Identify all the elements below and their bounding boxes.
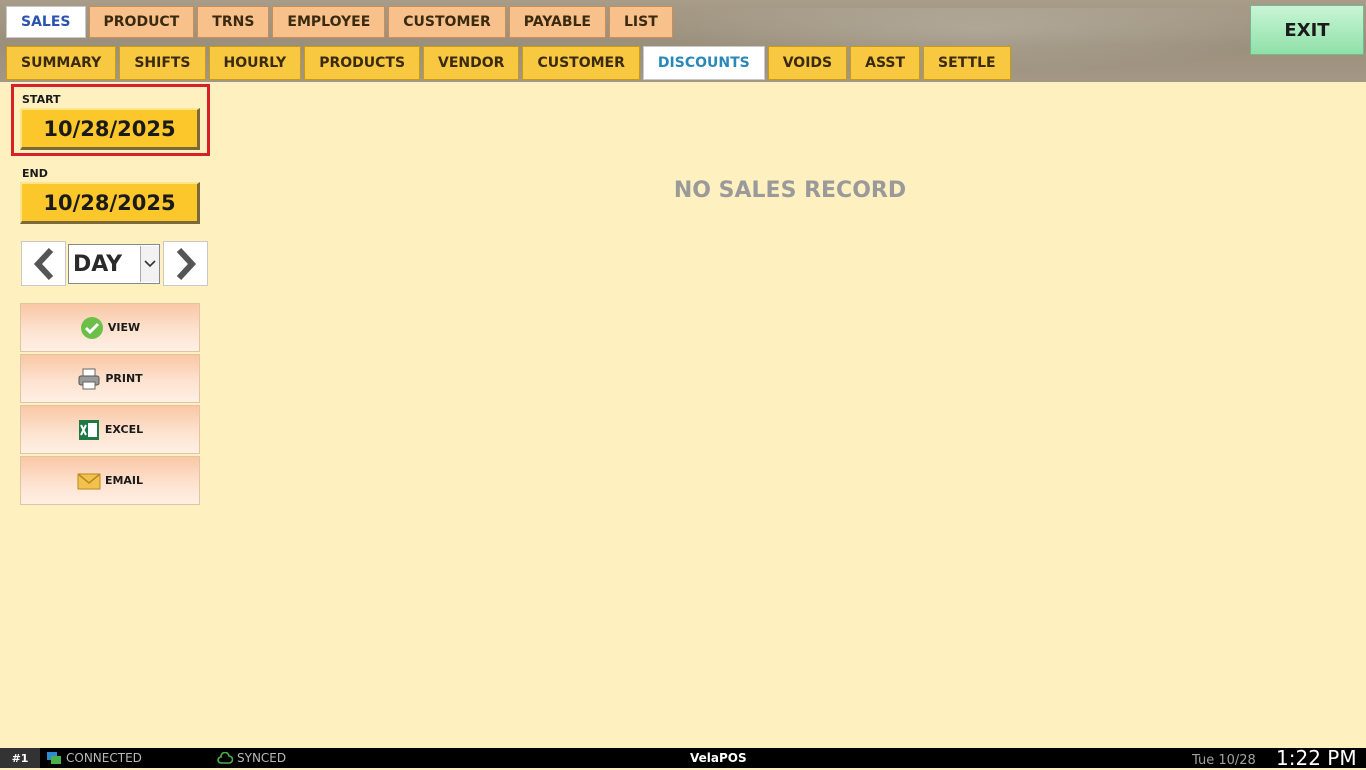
subtab-vendor[interactable]: VENDOR <box>423 46 520 80</box>
start-label: START <box>22 93 61 106</box>
view-button[interactable]: VIEW <box>20 303 200 352</box>
no-sales-record-message: NO SALES RECORD <box>673 178 907 203</box>
chevron-right-icon <box>176 247 196 280</box>
status-date: Tue 10/28 <box>1192 753 1256 768</box>
envelope-icon <box>77 469 101 493</box>
sync-status: SYNCED <box>217 748 286 768</box>
end-label: END <box>22 167 48 180</box>
subtab-asst[interactable]: ASST <box>850 46 921 80</box>
print-button[interactable]: PRINT <box>20 354 200 403</box>
brand-name: VelaPOS <box>690 751 747 765</box>
connection-text: CONNECTED <box>66 751 142 765</box>
sync-text: SYNCED <box>237 751 287 765</box>
tab-employee[interactable]: EMPLOYEE <box>272 6 386 38</box>
excel-button[interactable]: EXCEL <box>20 405 200 454</box>
status-bar: #1 CONNECTED SYNCED VelaPOS Tue 10/28 1:… <box>0 746 1366 770</box>
subtab-hourly[interactable]: HOURLY <box>208 46 302 80</box>
chevron-left-icon <box>33 247 53 280</box>
connection-status: CONNECTED <box>46 748 142 768</box>
network-icon <box>47 752 61 764</box>
print-label: PRINT <box>105 372 143 385</box>
exit-button[interactable]: EXIT <box>1250 5 1364 55</box>
excel-icon <box>77 418 101 442</box>
subtab-summary[interactable]: SUMMARY <box>6 46 117 80</box>
subtab-voids[interactable]: VOIDS <box>767 46 848 80</box>
status-time: 1:22 PM <box>1276 746 1357 770</box>
excel-label: EXCEL <box>104 423 144 436</box>
main-tab-bar: SALES PRODUCT TRNS EMPLOYEE CUSTOMER PAY… <box>6 6 676 38</box>
start-date-button[interactable]: 10/28/2025 <box>20 108 200 150</box>
checkmark-icon <box>80 316 104 340</box>
tab-sales[interactable]: SALES <box>6 6 86 38</box>
tab-list[interactable]: LIST <box>608 6 673 38</box>
chevron-down-icon <box>140 246 159 282</box>
terminal-number: #1 <box>0 748 40 768</box>
next-period-button[interactable] <box>163 241 208 286</box>
period-value: DAY <box>73 251 123 277</box>
printer-icon <box>77 367 101 391</box>
email-button[interactable]: EMAIL <box>20 456 200 505</box>
period-select[interactable]: DAY <box>68 244 160 284</box>
sub-tab-bar: SUMMARY SHIFTS HOURLY PRODUCTS VENDOR CU… <box>6 46 1014 80</box>
subtab-discounts[interactable]: DISCOUNTS <box>642 46 765 80</box>
tab-payable[interactable]: PAYABLE <box>508 6 606 38</box>
email-label: EMAIL <box>104 474 144 487</box>
view-label: VIEW <box>107 321 141 334</box>
previous-period-button[interactable] <box>21 241 66 286</box>
tab-customer[interactable]: CUSTOMER <box>388 6 506 38</box>
tab-trns[interactable]: TRNS <box>197 6 270 38</box>
subtab-shifts[interactable]: SHIFTS <box>119 46 206 80</box>
subtab-settle[interactable]: SETTLE <box>923 46 1011 80</box>
tab-product[interactable]: PRODUCT <box>88 6 195 38</box>
end-date-button[interactable]: 10/28/2025 <box>20 182 200 224</box>
subtab-products[interactable]: PRODUCTS <box>304 46 421 80</box>
cloud-icon <box>217 752 233 764</box>
subtab-customer[interactable]: CUSTOMER <box>522 46 640 80</box>
